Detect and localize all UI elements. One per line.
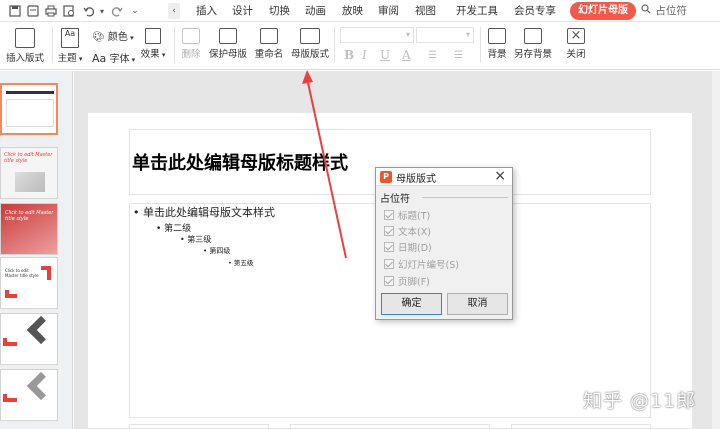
checkbox-icon (384, 210, 394, 220)
watermark: 知乎 @11郎 (583, 390, 697, 412)
app-logo-icon: P (380, 171, 392, 183)
date-checkbox[interactable]: 日期(D) (384, 240, 432, 254)
dialog-title: 母版版式 (396, 174, 436, 185)
ok-button[interactable]: 确定 (381, 293, 442, 315)
dialog-title-bar: P 母版版式 × (376, 168, 512, 186)
slide-number-checkbox[interactable]: 幻灯片编号(S) (384, 257, 459, 271)
title-checkbox[interactable]: 标题(T) (384, 208, 430, 222)
annotation-arrow (302, 70, 347, 259)
checkbox-icon (384, 259, 394, 269)
group-divider (422, 197, 508, 198)
text-checkbox[interactable]: 文本(X) (384, 224, 431, 238)
cancel-button[interactable]: 取消 (447, 293, 508, 315)
checkbox-icon (384, 276, 394, 286)
checkbox-icon (384, 242, 394, 252)
checkbox-icon (384, 226, 394, 236)
footer-checkbox[interactable]: 页脚(F) (384, 274, 430, 288)
dialog-close-icon[interactable]: × (494, 168, 506, 184)
placeholder-group-label: 占位符 (380, 194, 410, 205)
master-layout-dialog: P 母版版式 × 占位符 标题(T) 文本(X) 日期(D) 幻灯片编号(S) … (375, 167, 513, 320)
